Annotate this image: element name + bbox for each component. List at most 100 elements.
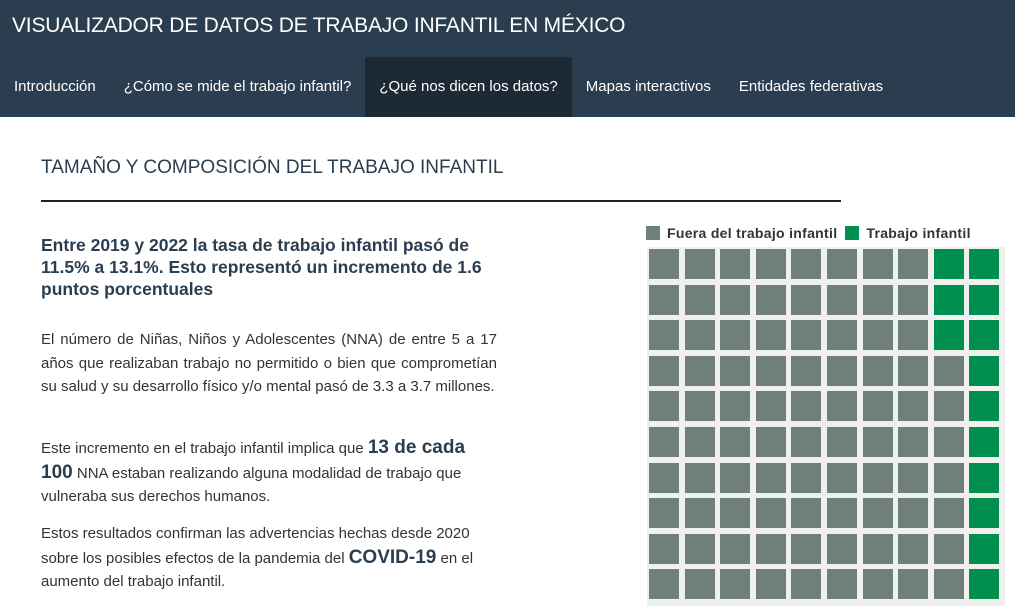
waffle-cell-trabajo-infantil — [969, 462, 1000, 493]
waffle-cell-fuera — [898, 498, 929, 529]
waffle-cell-fuera — [862, 533, 893, 564]
waffle-cell-fuera — [898, 533, 929, 564]
nav-entidades-federativas[interactable]: Entidades federativas — [725, 57, 897, 117]
waffle-cell-fuera — [684, 569, 715, 600]
waffle-cell-trabajo-infantil — [969, 498, 1000, 529]
waffle-cell-fuera — [720, 462, 751, 493]
waffle-cell-fuera — [933, 569, 964, 600]
waffle-cell-fuera — [827, 355, 857, 386]
paragraph-covid: Estos resultados confirman las advertenc… — [41, 522, 497, 594]
waffle-cell-fuera — [720, 284, 751, 315]
waffle-cell-fuera — [933, 533, 964, 564]
waffle-cell-fuera — [791, 320, 822, 351]
section-title: TAMAÑO Y COMPOSICIÓN DEL TRABAJO INFANTI… — [41, 157, 504, 178]
waffle-cell-trabajo-infantil — [969, 427, 1000, 457]
waffle-cell-fuera — [649, 355, 679, 386]
paragraph-text: Este incremento en el trabajo infantil i… — [41, 440, 368, 457]
waffle-cell-fuera — [898, 249, 929, 279]
waffle-cell-fuera — [755, 498, 786, 529]
waffle-cell-trabajo-infantil — [933, 320, 964, 351]
waffle-cell-fuera — [791, 427, 822, 457]
waffle-cell-fuera — [649, 391, 679, 422]
waffle-cell-fuera — [791, 391, 822, 422]
waffle-cell-fuera — [649, 320, 679, 351]
waffle-cell-fuera — [791, 355, 822, 386]
legend-swatch-trabajo — [845, 226, 860, 240]
waffle-cell-fuera — [862, 569, 893, 600]
chart-legend: Fuera del trabajo infantil Trabajo infan… — [646, 223, 979, 243]
legend-item-trabajo: Trabajo infantil — [845, 225, 970, 241]
waffle-cell-fuera — [720, 533, 751, 564]
waffle-cell-fuera — [720, 355, 751, 386]
waffle-cell-fuera — [649, 427, 679, 457]
site-header: VISUALIZADOR DE DATOS DE TRABAJO INFANTI… — [0, 0, 1015, 117]
waffle-cell-fuera — [684, 249, 715, 279]
waffle-cell-fuera — [755, 320, 786, 351]
waffle-cell-fuera — [933, 355, 964, 386]
waffle-cell-fuera — [827, 498, 857, 529]
waffle-cell-fuera — [827, 427, 857, 457]
waffle-cell-fuera — [755, 284, 786, 315]
legend-swatch-fuera — [646, 226, 660, 240]
waffle-cell-fuera — [649, 284, 679, 315]
waffle-cell-fuera — [720, 569, 751, 600]
waffle-cell-trabajo-infantil — [969, 355, 1000, 386]
waffle-cell-fuera — [755, 462, 786, 493]
waffle-cell-fuera — [684, 320, 715, 351]
waffle-cell-trabajo-infantil — [933, 284, 964, 315]
waffle-cell-fuera — [933, 427, 964, 457]
waffle-chart — [647, 247, 1005, 606]
waffle-cell-fuera — [862, 427, 893, 457]
waffle-cell-fuera — [720, 391, 751, 422]
waffle-cell-fuera — [862, 320, 893, 351]
waffle-cell-fuera — [898, 391, 929, 422]
waffle-cell-fuera — [827, 391, 857, 422]
highlight-covid-19: COVID-19 — [348, 546, 437, 568]
waffle-cell-fuera — [720, 498, 751, 529]
waffle-cell-fuera — [898, 355, 929, 386]
waffle-cell-fuera — [755, 427, 786, 457]
waffle-cell-trabajo-infantil — [969, 320, 1000, 351]
legend-label-trabajo: Trabajo infantil — [866, 225, 971, 241]
waffle-cell-trabajo-infantil — [969, 284, 1000, 315]
waffle-cell-fuera — [933, 498, 964, 529]
nav-introduccion[interactable]: Introducción — [0, 57, 110, 117]
nav-como-se-mide[interactable]: ¿Cómo se mide el trabajo infantil? — [110, 57, 366, 117]
waffle-cell-fuera — [791, 569, 822, 600]
waffle-cell-fuera — [720, 320, 751, 351]
waffle-cell-trabajo-infantil — [969, 533, 1000, 564]
waffle-cell-fuera — [684, 355, 715, 386]
waffle-cell-trabajo-infantil — [969, 391, 1000, 422]
waffle-cell-fuera — [720, 249, 751, 279]
waffle-cell-fuera — [755, 391, 786, 422]
waffle-cell-fuera — [827, 569, 857, 600]
waffle-cell-fuera — [898, 427, 929, 457]
waffle-cell-fuera — [791, 462, 822, 493]
waffle-cell-fuera — [755, 249, 786, 279]
nav-que-nos-dicen[interactable]: ¿Qué nos dicen los datos? — [365, 57, 572, 117]
main-nav: Introducción ¿Cómo se mide el trabajo in… — [0, 57, 897, 117]
waffle-cell-fuera — [898, 320, 929, 351]
waffle-cell-fuera — [755, 533, 786, 564]
waffle-cell-fuera — [862, 284, 893, 315]
waffle-cell-fuera — [827, 320, 857, 351]
waffle-cell-fuera — [684, 533, 715, 564]
waffle-cell-trabajo-infantil — [969, 249, 1000, 279]
waffle-cell-fuera — [684, 427, 715, 457]
paragraph-text: NNA estaban realizando alguna modalidad … — [41, 464, 462, 506]
section-divider — [41, 200, 841, 202]
waffle-cell-fuera — [684, 498, 715, 529]
waffle-cell-fuera — [862, 498, 893, 529]
waffle-cell-fuera — [933, 391, 964, 422]
waffle-cell-fuera — [898, 462, 929, 493]
nav-mapas-interactivos[interactable]: Mapas interactivos — [572, 57, 725, 117]
headline: Entre 2019 y 2022 la tasa de trabajo inf… — [41, 235, 482, 299]
waffle-cell-fuera — [862, 249, 893, 279]
waffle-cell-fuera — [791, 284, 822, 315]
waffle-cell-fuera — [755, 569, 786, 600]
paragraph-nna-count: El número de Niñas, Niños y Adolescentes… — [41, 331, 497, 395]
waffle-cell-fuera — [862, 391, 893, 422]
waffle-cell-fuera — [649, 533, 679, 564]
waffle-cell-fuera — [898, 284, 929, 315]
waffle-cell-fuera — [649, 498, 679, 529]
